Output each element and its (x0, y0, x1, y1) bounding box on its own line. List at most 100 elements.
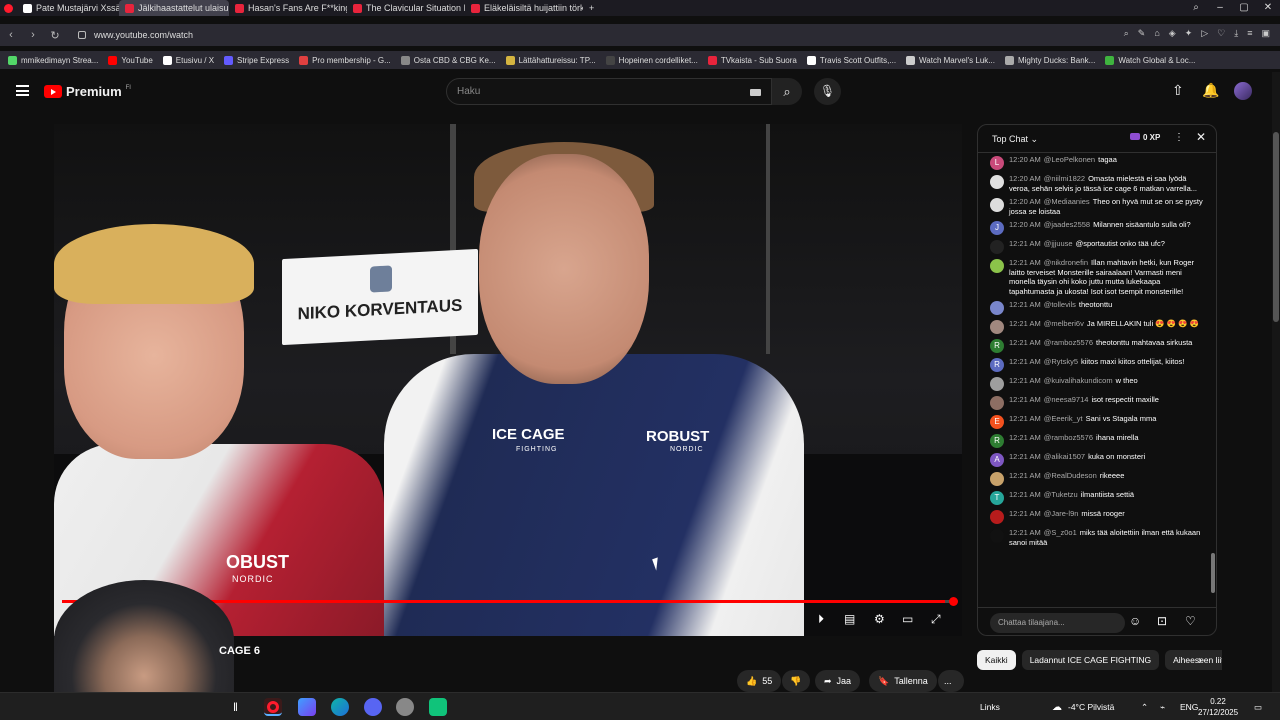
dislike-button[interactable]: 👎 (782, 670, 810, 692)
chat-avatar[interactable]: J (990, 221, 1004, 235)
home-icon[interactable]: ⌂ (1154, 28, 1159, 39)
notifications-icon[interactable]: ▭ (1254, 702, 1262, 713)
fullscreen-icon[interactable]: ⤢ (931, 612, 941, 627)
bookmark-item[interactable]: mmikedimayn Strea... (8, 55, 98, 65)
bookmark-item[interactable]: YouTube (108, 55, 153, 65)
avatar[interactable] (1234, 82, 1252, 100)
download-icon[interactable]: ⤓ (1234, 28, 1238, 39)
chat-avatar[interactable] (990, 259, 1004, 273)
chat-username[interactable]: @kuivalihakundicom (1044, 376, 1113, 385)
chat-message[interactable]: T 12:21 AM @Tuketzu ilmantiista settiä (978, 488, 1210, 507)
upload-icon[interactable]: ⇧ (1172, 82, 1184, 99)
chat-avatar[interactable] (990, 472, 1004, 486)
chat-input[interactable]: Chattaa tilaajana... (990, 613, 1125, 633)
search-input[interactable]: Haku (446, 78, 772, 105)
chat-username[interactable]: @LeoPelkonen (1044, 155, 1095, 164)
subtitles-icon[interactable]: ▤ (844, 612, 855, 626)
bookmark-item[interactable]: Hopeinen cordelliket... (605, 55, 698, 65)
chat-avatar[interactable]: R (990, 434, 1004, 448)
share-button[interactable]: ➦ Jaa (815, 670, 861, 692)
address-bar[interactable]: www.youtube.com/watch (60, 27, 1220, 43)
chat-avatar[interactable]: R (990, 358, 1004, 372)
chat-username[interactable]: @alikai1507 (1044, 452, 1085, 461)
bookmark-item[interactable]: Etusivu / X (162, 55, 214, 65)
bookmark-item[interactable]: Stripe Express (224, 55, 289, 65)
tab-0[interactable]: Pate Mustajärvi Xssä: "En... (17, 0, 119, 16)
chat-message[interactable]: R 12:21 AM @Rytsky5 kiitos maxi kiitos otte… (978, 355, 1210, 374)
theater-mode-icon[interactable]: ▭ (902, 612, 913, 626)
bookmark-item[interactable]: Lättähattureissu: TP... (505, 55, 596, 65)
chat-username[interactable]: @RealDudeson (1044, 471, 1097, 480)
chat-avatar[interactable] (990, 320, 1004, 334)
close-icon[interactable]: ✕ (1196, 130, 1206, 144)
chat-message[interactable]: 12:20 AM @Mediaanies Theo on hyvä mut se o… (978, 195, 1210, 218)
bookmark-item[interactable]: Pro membership - G... (299, 55, 391, 65)
chat-username[interactable]: @ramboz5576 (1044, 433, 1093, 442)
links-toolbar[interactable]: Links (980, 702, 1000, 712)
chat-mode-dropdown[interactable]: Top Chat ⌄ (992, 134, 1038, 145)
chevron-right-icon[interactable]: › (1198, 653, 1202, 667)
chat-message[interactable]: 12:21 AM @tollevils theotonttu (978, 298, 1210, 317)
minimize-icon[interactable]: – (1208, 0, 1232, 16)
chat-message[interactable]: 12:21 AM @melberi6v Ja MIRELLAKIN tuli 😍 😍… (978, 317, 1210, 336)
chat-message[interactable]: L 12:20 AM @LeoPelkonen tagaa (978, 153, 1210, 172)
tab-1[interactable]: Jälkihaastattelut ulaisu... (119, 0, 229, 16)
youtube-logo[interactable]: Premium FI (44, 84, 131, 99)
opera-browser-icon[interactable] (264, 698, 282, 716)
chat-username[interactable]: @neesa9714 (1044, 395, 1089, 404)
chat-message[interactable]: 12:21 AM @neesa9714 isot respectit maxille (978, 393, 1210, 412)
chat-message[interactable]: A 12:21 AM @alikai1507 kuka on monsteri (978, 450, 1210, 469)
wallet-icon[interactable]: ▣ (1261, 28, 1270, 39)
chat-message[interactable]: 12:21 AM @kuivalihakundicom w theo (978, 374, 1210, 393)
chat-avatar[interactable]: L (990, 156, 1004, 170)
bookmark-item[interactable]: Watch Marvel's Luk... (906, 55, 995, 65)
edit-icon[interactable]: ✎ (1138, 28, 1146, 39)
super-chat-icon[interactable]: ⊡ (1157, 614, 1167, 628)
filter-chip[interactable]: Aiheeseen liittyvät (1165, 650, 1222, 670)
chat-username[interactable]: @jaades2558 (1044, 220, 1090, 229)
chat-message[interactable]: R 12:21 AM @ramboz5576 ihana mirella (978, 431, 1210, 450)
chat-message[interactable]: R 12:21 AM @ramboz5576 theotonttu mahtavaa … (978, 336, 1210, 355)
photos-app-icon[interactable] (298, 698, 316, 716)
voice-search-button[interactable]: 🎙 (814, 78, 841, 105)
chat-username[interactable]: @jjjuuse (1044, 239, 1073, 248)
xp-badge[interactable]: 0 XP (1130, 133, 1160, 142)
chat-message[interactable]: 12:21 AM @jjjuuse @sportautist onko tää uf… (978, 237, 1210, 256)
language-indicator[interactable]: ENG (1180, 702, 1198, 712)
chat-username[interactable]: @melberi6v (1044, 319, 1084, 328)
chat-scrollbar[interactable] (1211, 553, 1215, 593)
chat-message[interactable]: 12:21 AM @RealDudeson rikeeee (978, 469, 1210, 488)
chat-username[interactable]: @tollevils (1044, 300, 1076, 309)
chat-avatar[interactable] (990, 175, 1004, 189)
maximize-icon[interactable]: ▢ (1232, 0, 1256, 16)
tab-3[interactable]: The Clavicular Situation Is... (347, 0, 465, 16)
search-tabs-icon[interactable]: ⌕ (1184, 0, 1208, 16)
chat-avatar[interactable]: R (990, 339, 1004, 353)
chat-message[interactable]: 12:21 AM @S_z0o1 miks tää aloitettiin ilma… (978, 526, 1210, 549)
tab-4[interactable]: Eläkeläisiltä huijattiin törke... (465, 0, 583, 16)
chat-username[interactable]: @Tuketzu (1044, 490, 1078, 499)
forward-icon[interactable]: › (22, 29, 44, 41)
new-tab-button[interactable]: + (583, 0, 600, 16)
chat-message[interactable]: 12:20 AM @niilmi1822 Omasta mielestä ei sa… (978, 172, 1210, 195)
chat-avatar[interactable] (990, 198, 1004, 212)
emoji-icon[interactable]: ☺ (1129, 614, 1141, 628)
chat-avatar[interactable] (990, 377, 1004, 391)
bookmark-item[interactable]: TVkaista - Sub Suora (707, 55, 797, 65)
chat-username[interactable]: @Rytsky5 (1044, 357, 1078, 366)
chat-avatar[interactable]: E (990, 415, 1004, 429)
bookmark-item[interactable]: Watch Global & Loc... (1105, 55, 1195, 65)
progress-scrubber[interactable] (949, 597, 958, 606)
chat-avatar[interactable] (990, 240, 1004, 254)
discord-icon[interactable] (364, 698, 382, 716)
chat-username[interactable]: @niilmi1822 (1044, 174, 1085, 183)
settings-gear-icon[interactable]: ⚙ (874, 612, 885, 626)
video-player[interactable]: NIKO KORVENTAUS ICE CAGE FIGHTING ROBUST… (54, 124, 962, 636)
hamburger-menu-icon[interactable] (16, 85, 29, 96)
notifications-bell-icon[interactable]: 🔔 (1202, 82, 1219, 99)
menu-icon[interactable]: ≡ (1247, 28, 1252, 39)
chat-username[interactable]: @S_z0o1 (1044, 528, 1077, 537)
play-icon[interactable]: ▷ (1201, 28, 1208, 39)
extension-icon[interactable]: ✦ (1185, 28, 1193, 39)
chat-avatar[interactable] (990, 301, 1004, 315)
